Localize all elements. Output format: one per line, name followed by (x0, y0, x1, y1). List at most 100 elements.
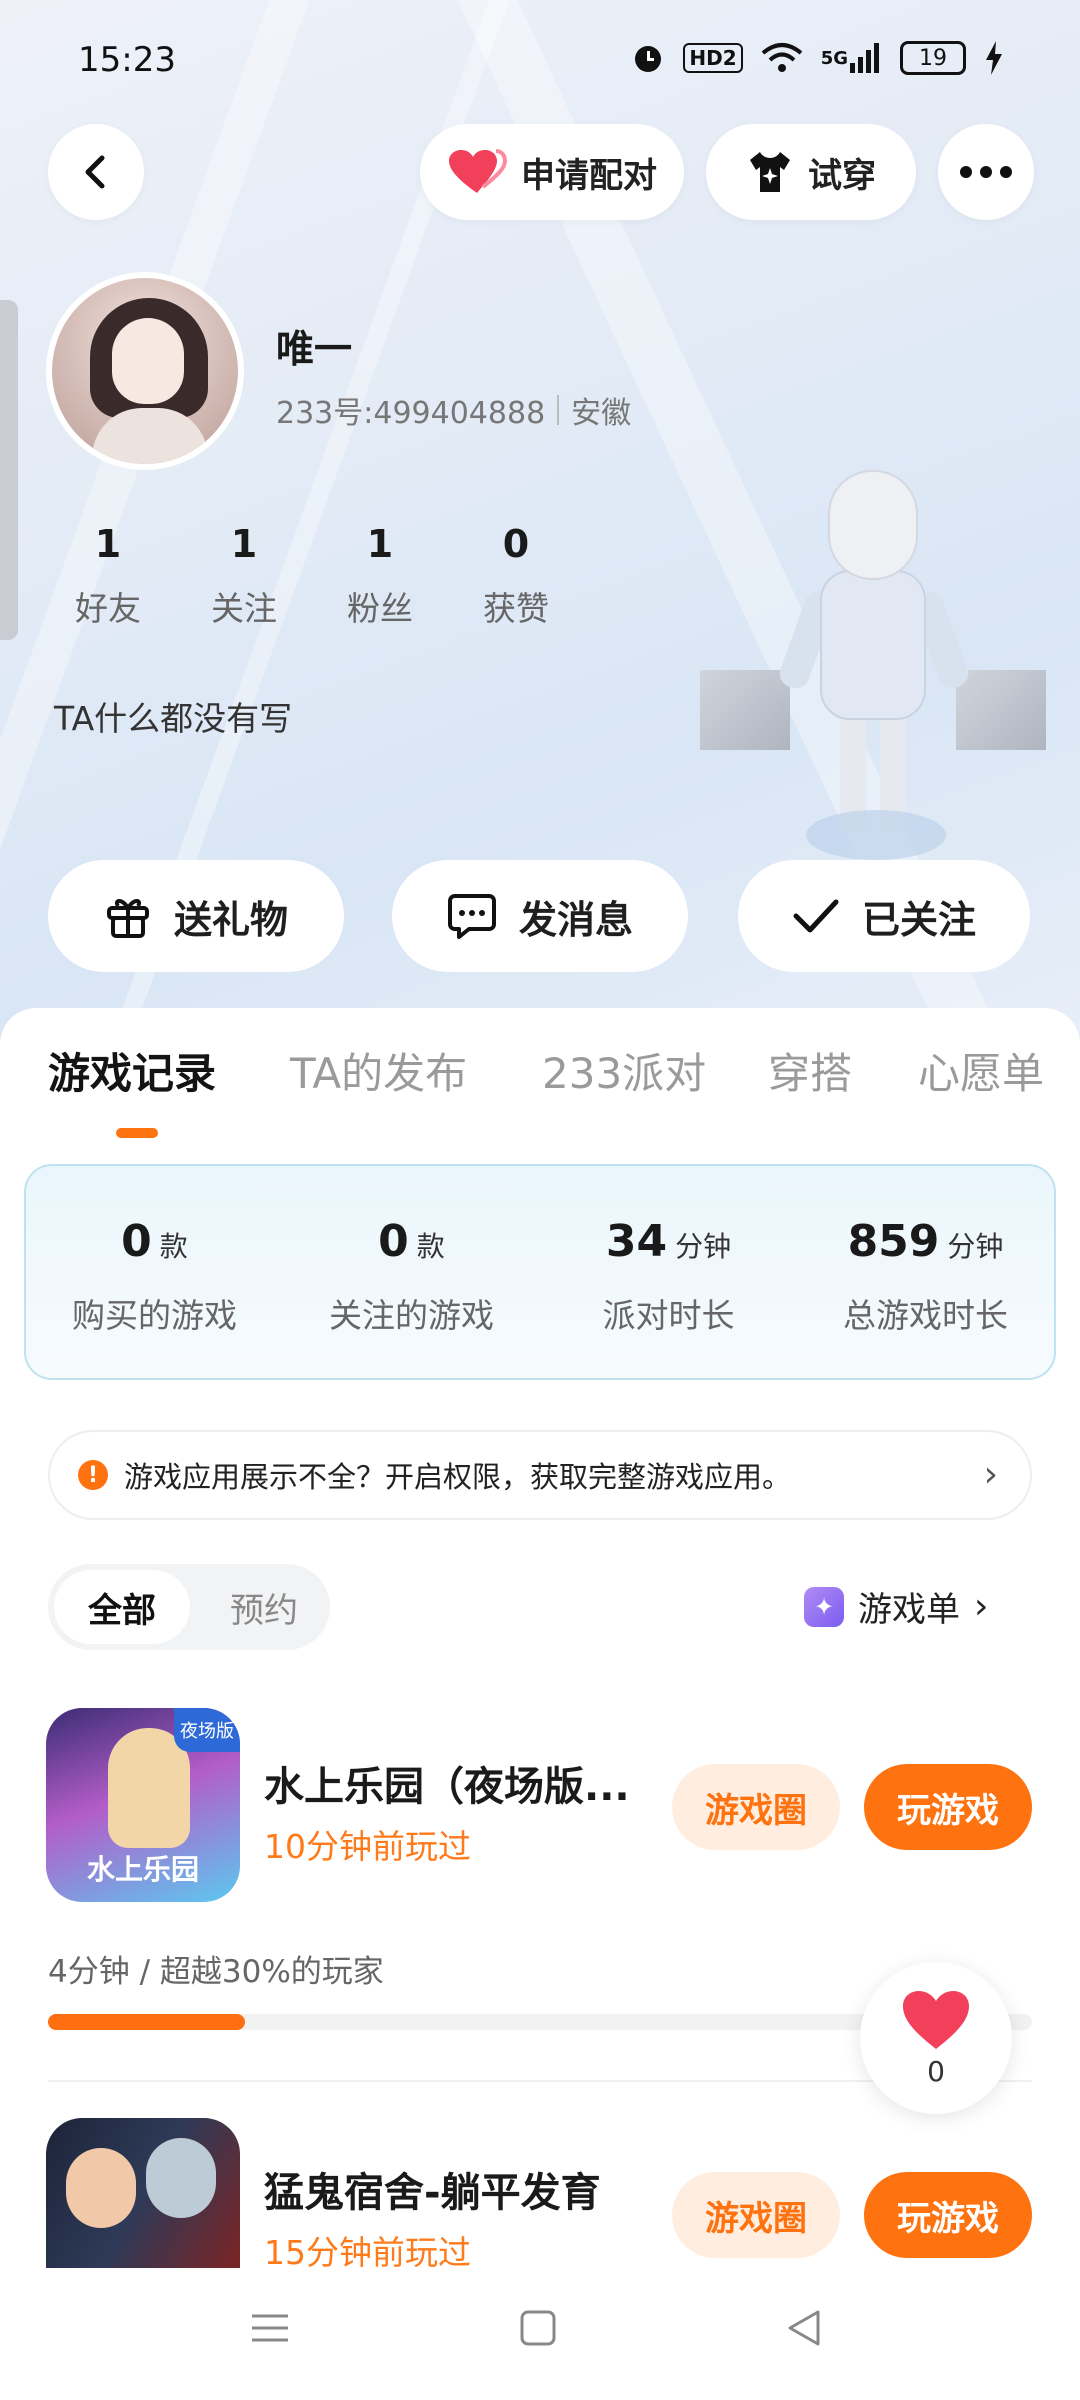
tab-posts[interactable]: TA的发布 (290, 1040, 467, 1101)
back-button[interactable] (48, 124, 144, 220)
send-message-label: 发消息 (518, 897, 633, 942)
followed-label: 已关注 (861, 897, 976, 942)
chevron-left-icon (85, 155, 105, 189)
game-list-link[interactable]: ✦ 游戏单 › (804, 1582, 988, 1631)
status-time: 15:23 (78, 40, 176, 80)
more-dots-icon (960, 166, 1012, 178)
tab-wishlist[interactable]: 心愿单 (918, 1040, 1044, 1101)
sparkle-icon: ✦ (804, 1586, 844, 1627)
send-gift-button[interactable]: 送礼物 (48, 860, 344, 972)
stat-following[interactable]: 1 关注 (176, 522, 312, 630)
wifi-icon (761, 38, 803, 78)
edge-scroll-handle[interactable] (0, 300, 18, 640)
tab-game-records[interactable]: 游戏记录 (48, 1040, 216, 1101)
charging-icon (984, 38, 1004, 78)
alarm-icon (631, 38, 665, 78)
user-id: 233号:499404888 (276, 396, 546, 431)
game-circle-button[interactable]: 游戏圈 (672, 1764, 840, 1850)
chevron-right-icon: › (983, 1454, 998, 1495)
like-count: 0 (927, 2054, 945, 2088)
user-id-line: 233号:499404888 安徽 (276, 388, 631, 432)
location: 安徽 (571, 396, 632, 431)
profile-stats: 1 好友 1 关注 1 粉丝 0 获赞 (40, 522, 584, 630)
avatar-3d-character[interactable] (700, 450, 1060, 870)
stat-value: 1 (94, 522, 122, 566)
stat-label: 好友 (75, 589, 141, 628)
back-triangle-icon[interactable] (784, 2308, 824, 2348)
summary-value: 859 (847, 1216, 940, 1267)
summary-unit: 款 (159, 1230, 188, 1263)
game-icon-badge: 夜场版 (174, 1708, 240, 1752)
summary-unit: 款 (416, 1230, 445, 1263)
game-icon[interactable]: 夜场版 水上乐园 (46, 1708, 240, 1902)
hd-icon: HD2 (683, 43, 743, 73)
summary-purchased[interactable]: 0款 购买的游戏 (26, 1166, 283, 1378)
summary-unit: 分钟 (947, 1230, 1004, 1263)
game-last-played: 15分钟前玩过 (264, 2233, 471, 2272)
try-on-button[interactable]: 试穿 (706, 124, 916, 220)
filter-segment: 全部 预约 (48, 1564, 330, 1650)
permission-notice[interactable]: ! 游戏应用展示不全？开启权限，获取完整游戏应用。 › (48, 1430, 1032, 1520)
more-options-button[interactable] (938, 124, 1034, 220)
stat-value: 0 (502, 522, 530, 566)
stat-label: 关注 (211, 589, 277, 628)
stat-label: 粉丝 (347, 589, 413, 628)
bio-text: TA什么都没有写 (54, 699, 293, 738)
play-progress-text: 4分钟 / 超越30%的玩家 (48, 1954, 384, 1990)
double-heart-icon (449, 149, 507, 193)
summary-followed[interactable]: 0款 关注的游戏 (283, 1166, 540, 1378)
request-pair-button[interactable]: 申请配对 (420, 124, 684, 220)
summary-party-time[interactable]: 34 分钟 派对时长 (540, 1166, 797, 1378)
stat-likes[interactable]: 0 获赞 (448, 522, 584, 630)
stat-label: 获赞 (483, 589, 549, 628)
avatar[interactable] (46, 272, 244, 470)
summary-label: 购买的游戏 (72, 1296, 237, 1335)
game-icon-label: 水上乐园 (86, 1853, 199, 1886)
system-nav-bar (0, 2268, 1080, 2400)
stat-value: 1 (230, 522, 258, 566)
play-progress-fill (48, 2014, 245, 2030)
game-icon[interactable] (46, 2118, 240, 2268)
followed-button[interactable]: 已关注 (738, 860, 1030, 972)
home-square-icon[interactable] (518, 2308, 558, 2348)
game-circle-button[interactable]: 游戏圈 (672, 2172, 840, 2258)
filter-reserve[interactable]: 预约 (204, 1570, 324, 1644)
game-title[interactable]: 猛鬼宿舍-躺平发育 (264, 2160, 601, 2218)
checkmark-icon (793, 899, 839, 933)
nickname: 唯一 (276, 327, 353, 371)
separator (557, 395, 560, 425)
game-title[interactable]: 水上乐园（夜场版... (264, 1754, 630, 1812)
game-summary-card: 0款 购买的游戏 0款 关注的游戏 34 分钟 派对时长 859 分钟 总游戏时长 (24, 1164, 1056, 1380)
send-gift-label: 送礼物 (173, 897, 288, 942)
menu-icon[interactable] (250, 2308, 290, 2348)
summary-value: 0 (378, 1216, 409, 1267)
heart-icon (903, 1990, 969, 2049)
signal-icon: 5G (821, 38, 882, 78)
play-game-button[interactable]: 玩游戏 (864, 2172, 1032, 2258)
profile-tabs: 游戏记录 TA的发布 233派对 穿搭 心愿单 (0, 1040, 1080, 1120)
summary-label: 派对时长 (602, 1296, 735, 1335)
chevron-right-icon: › (974, 1586, 989, 1627)
stat-value: 1 (366, 522, 394, 566)
active-tab-indicator (116, 1128, 158, 1138)
request-pair-label: 申请配对 (521, 155, 657, 196)
game-last-played: 10分钟前玩过 (264, 1827, 471, 1866)
filter-all[interactable]: 全部 (54, 1570, 190, 1644)
chat-bubble-icon (447, 894, 496, 939)
tab-outfits[interactable]: 穿搭 (768, 1040, 852, 1101)
send-message-button[interactable]: 发消息 (392, 860, 688, 972)
gift-icon (106, 899, 149, 938)
summary-label: 总游戏时长 (843, 1296, 1008, 1335)
status-icons: HD2 5G 19 (631, 38, 1004, 78)
stat-friends[interactable]: 1 好友 (40, 522, 176, 630)
summary-label: 关注的游戏 (329, 1296, 494, 1335)
summary-value: 0 (121, 1216, 152, 1267)
play-game-button[interactable]: 玩游戏 (864, 1764, 1032, 1850)
stat-fans[interactable]: 1 粉丝 (312, 522, 448, 630)
shirt-icon (750, 152, 790, 192)
summary-total-time[interactable]: 859 分钟 总游戏时长 (797, 1166, 1054, 1378)
battery-icon: 19 (900, 41, 966, 75)
try-on-label: 试穿 (808, 155, 876, 196)
tab-party[interactable]: 233派对 (542, 1040, 706, 1101)
like-button[interactable]: 0 (860, 1962, 1012, 2114)
